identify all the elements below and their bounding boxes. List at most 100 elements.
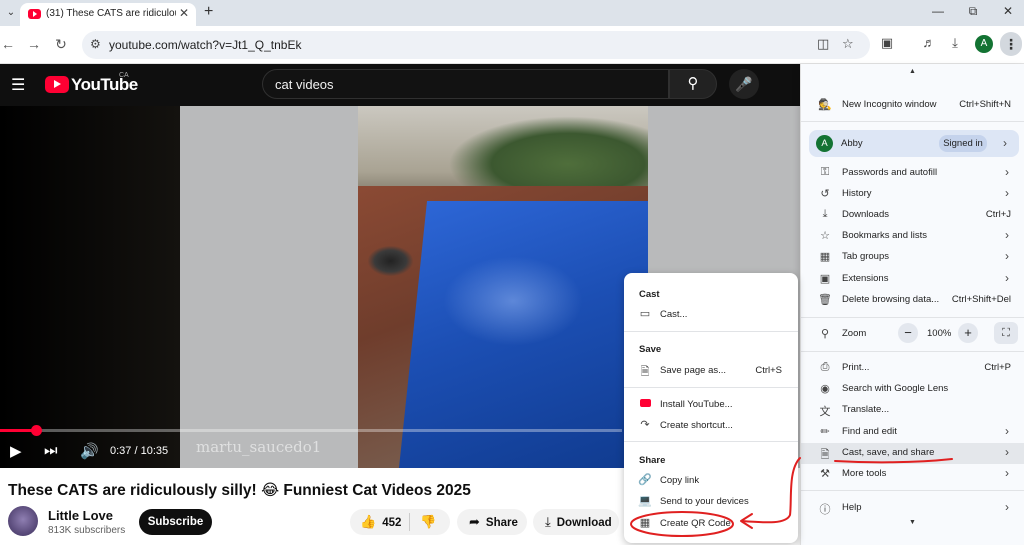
trash-icon: 🗑 [818,294,832,306]
submenu-item-save-page[interactable]: 🗎 Save page as... Ctrl+S [624,360,798,381]
share-button[interactable]: ➦ Share [457,509,527,535]
youtube-favicon-icon [28,9,41,19]
downloads-icon[interactable]: ⤓ [946,35,964,51]
menu-scroll-down-icon[interactable]: ▼ [909,519,916,526]
star-icon: ☆ [820,230,830,242]
menu-label: Extensions [842,273,889,284]
incognito-icon: 🕵 [818,99,832,111]
menu-item-print[interactable]: ⎙ Print... Ctrl+P [801,358,1024,379]
forward-arrow-icon[interactable]: → [26,36,42,52]
key-icon: ⚿ [820,166,830,178]
menu-item-tab-groups[interactable]: ▦ Tab groups › [801,247,1024,268]
menu-item-new-incognito[interactable]: 🕵 New Incognito window Ctrl+Shift+N [801,95,1024,116]
menu-item-history[interactable]: ↺ History › [801,184,1024,205]
zoom-magnifier-icon: ⚲ [820,328,830,340]
zoom-in-button[interactable]: + [958,323,978,343]
like-divider [409,513,410,531]
video-title: These CATS are ridiculously silly! 😂 Fun… [8,482,471,499]
submenu-header-share: Share [639,455,666,466]
menu-item-google-lens[interactable]: ◉ Search with Google Lens [801,379,1024,400]
channel-avatar[interactable] [8,506,38,536]
tab-search-chevron-icon[interactable]: ⌄ [2,4,20,22]
menu-label: Search with Google Lens [842,383,949,394]
lens-icon: ◉ [820,383,830,395]
reload-icon[interactable]: ↻ [53,36,69,53]
submenu-item-send-devices[interactable]: 💻 Send to your devices [624,491,798,512]
minimize-icon[interactable]: — [930,4,946,18]
tab-close-icon[interactable]: ✕ [179,6,189,20]
play-icon[interactable]: ▶ [10,442,22,460]
like-button[interactable]: 👍 452 [360,509,401,536]
chevron-right-icon: › [1005,186,1009,200]
menu-label: Cast, save, and share [842,447,935,458]
help-icon: ⓘ [819,504,831,516]
youtube-logo-icon[interactable] [45,76,69,93]
submenu-item-cast[interactable]: ▭ Cast... [624,304,798,325]
menu-item-extensions[interactable]: ▣ Extensions › [801,269,1024,290]
dislike-button[interactable]: 👎 [420,509,442,536]
search-icon: ⚲ [687,75,699,92]
submenu-item-create-qr-code[interactable]: ▦ Create QR Code [624,513,798,534]
menu-item-find-edit[interactable]: ✏ Find and edit › [801,422,1024,443]
submenu-item-create-shortcut[interactable]: ↷ Create shortcut... [624,415,798,436]
submenu-shortcut: Ctrl+S [755,365,782,376]
submenu-item-install-youtube[interactable]: Install YouTube... [624,394,798,415]
subscribe-button[interactable]: Subscribe [139,509,212,535]
menu-label: Delete browsing data... [842,294,940,305]
download-button[interactable]: ⤓ Download [533,509,619,535]
menu-label: Zoom [842,328,867,339]
player-mid-pillarbox [180,106,358,468]
menu-separator [801,490,1024,491]
progress-scrubber[interactable] [31,425,43,436]
submenu-separator [624,331,798,332]
chevron-right-icon: › [1005,500,1009,514]
menu-item-delete-browsing-data[interactable]: 🗑 Delete browsing data... Ctrl+Shift+Del [801,290,1024,311]
fullscreen-icon[interactable]: ⛶ [994,322,1018,344]
address-bar[interactable]: ⚙ youtube.com/watch?v=Jt1_Q_tnbEk ◫ ☆ [82,31,870,59]
profile-avatar[interactable]: A [975,35,993,53]
menu-separator [801,317,1024,318]
browser-toolbar: ← → ↻ ⚙ youtube.com/watch?v=Jt1_Q_tnbEk … [0,26,1024,64]
printer-icon: ⎙ [820,361,830,373]
menu-item-more-tools[interactable]: ⚒ More tools › [801,464,1024,485]
bookmark-star-icon[interactable]: ☆ [842,36,854,52]
back-arrow-icon[interactable]: ← [0,36,16,52]
menu-item-bookmarks[interactable]: ☆ Bookmarks and lists › [801,226,1024,247]
progress-bar[interactable] [0,425,622,436]
share-label: Share [485,517,518,529]
menu-profile-row[interactable]: A Abby Signed in › [809,130,1019,157]
submenu-item-copy-link[interactable]: 🔗 Copy link [624,470,798,491]
menu-item-help[interactable]: ⓘ Help › [801,498,1024,519]
voice-search-mic-icon[interactable]: 🎤 [729,69,759,99]
menu-shortcut: Ctrl+J [985,209,1011,220]
menu-item-passwords[interactable]: ⚿ Passwords and autofill › [801,163,1024,184]
restore-icon[interactable]: ⧉ [965,4,981,19]
zoom-out-button[interactable]: − [898,323,918,343]
menu-item-translate[interactable]: 文 Translate... [801,400,1024,421]
hamburger-menu-icon[interactable]: ☰ [11,75,25,95]
subscriber-count: 813K subscribers [48,525,126,536]
chrome-menu-kebab-icon[interactable]: ⋮ [1000,32,1022,56]
install-app-icon[interactable]: ◫ [817,36,829,52]
menu-scroll-up-icon[interactable]: ▲ [909,68,916,75]
shortcut-arrow-icon: ↷ [640,419,650,431]
channel-name[interactable]: Little Love [48,508,113,523]
menu-separator [801,351,1024,352]
signed-in-badge[interactable]: Signed in [939,135,987,152]
next-video-icon[interactable]: ⏭ [44,442,58,459]
link-icon: 🔗 [638,474,652,486]
search-button[interactable]: ⚲ [669,69,717,99]
extensions-puzzle-icon[interactable]: ▣ [878,35,896,51]
volume-icon[interactable]: 🔊 [80,442,99,460]
submenu-separator [624,441,798,442]
menu-item-cast-save-share[interactable]: 🗎 Cast, save, and share › [801,443,1024,464]
media-controls-icon[interactable]: ♬ [920,35,938,50]
search-input[interactable]: cat videos [262,69,669,99]
window-close-icon[interactable]: ✕ [1000,4,1016,18]
chevron-right-icon: › [1005,271,1009,285]
download-icon: ⤓ [545,514,551,529]
site-info-icon[interactable]: ⚙ [90,37,101,51]
tab-youtube[interactable]: (31) These CATS are ridiculously silly! … [20,3,196,26]
menu-item-downloads[interactable]: ⤓ Downloads Ctrl+J [801,205,1024,226]
new-tab-plus-icon[interactable]: + [204,3,213,21]
